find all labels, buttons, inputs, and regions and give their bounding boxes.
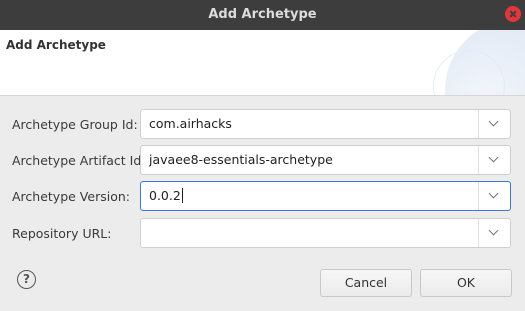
group-id-row: Archetype Group Id: com.airhacks — [0, 109, 525, 141]
group-id-dropdown-button[interactable] — [478, 110, 510, 138]
add-archetype-dialog: Add Archetype Add Archetype Archetype Gr… — [0, 0, 525, 311]
group-id-label: Archetype Group Id: — [12, 117, 138, 132]
version-value: 0.0.2 — [149, 188, 181, 203]
repository-url-combobox[interactable] — [140, 218, 511, 248]
repository-url-row: Repository URL: — [0, 218, 525, 250]
close-icon[interactable] — [505, 6, 521, 22]
version-row: Archetype Version: 0.0.2 — [0, 181, 525, 213]
cancel-button[interactable]: Cancel — [320, 269, 412, 297]
artifact-id-dropdown-button[interactable] — [478, 146, 510, 174]
group-id-combobox[interactable]: com.airhacks — [140, 109, 511, 139]
chevron-down-icon — [488, 152, 499, 163]
repository-url-dropdown-button[interactable] — [478, 219, 510, 247]
artifact-id-label: Archetype Artifact Id: — [12, 153, 146, 168]
repository-url-input[interactable] — [149, 219, 469, 247]
artifact-id-row: Archetype Artifact Id: javaee8-essential… — [0, 145, 525, 177]
ok-button[interactable]: OK — [420, 269, 512, 297]
dialog-heading: Add Archetype — [6, 38, 106, 52]
group-id-input[interactable]: com.airhacks — [149, 110, 469, 138]
window-titlebar: Add Archetype — [0, 0, 525, 30]
dialog-header: Add Archetype — [0, 30, 525, 96]
artifact-id-input[interactable]: javaee8-essentials-archetype — [149, 146, 469, 174]
version-input[interactable]: 0.0.2 — [149, 182, 469, 210]
chevron-down-icon — [488, 116, 499, 127]
version-combobox[interactable]: 0.0.2 — [140, 181, 511, 211]
chevron-down-icon — [488, 188, 499, 199]
help-icon[interactable]: ? — [17, 270, 36, 289]
version-label: Archetype Version: — [12, 189, 130, 204]
repository-url-label: Repository URL: — [12, 226, 112, 241]
window-title: Add Archetype — [208, 7, 317, 22]
chevron-down-icon — [488, 225, 499, 236]
artifact-id-combobox[interactable]: javaee8-essentials-archetype — [140, 145, 511, 175]
text-caret — [181, 188, 183, 203]
version-dropdown-button[interactable] — [478, 182, 510, 210]
